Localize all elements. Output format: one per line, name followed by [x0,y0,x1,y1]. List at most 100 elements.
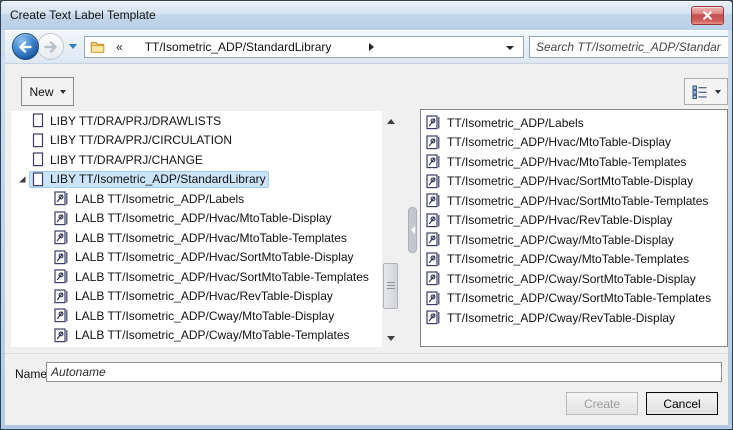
list-item[interactable]: TT/Isometric_ADP/Hvac/MtoTable-Display [423,133,727,153]
list-item[interactable]: TT/Isometric_ADP/Cway/MtoTable-Templates [423,250,727,270]
tree-item-content[interactable]: LALB TT/Isometric_ADP/Hvac/SortMtoTable-… [51,249,357,266]
forward-button[interactable] [37,33,64,60]
new-button-label: New [29,84,54,99]
list-item[interactable]: TT/Isometric_ADP/Cway/MtoTable-Display [423,230,727,250]
label-template-icon [54,191,69,206]
library-icon [32,172,44,187]
panel-splitter-handle[interactable] [408,207,417,253]
cancel-button[interactable]: Cancel [646,392,718,415]
list-rows: TT/Isometric_ADP/Labels TT/Isometric_ADP/… [423,113,727,328]
tree-item[interactable]: LALB TT/Isometric_ADP/Hvac/MtoTable-Temp… [11,228,382,248]
list-item[interactable]: TT/Isometric_ADP/Labels [423,113,727,133]
list-item[interactable]: TT/Isometric_ADP/Cway/SortMtoTable-Displ… [423,269,727,289]
tree-expander-expanded-icon[interactable] [15,175,29,184]
label-template-icon [54,211,69,226]
tree-item[interactable]: LALB TT/Isometric_ADP/Cway/MtoTable-Temp… [11,326,382,346]
tree-item[interactable]: LALB TT/Isometric_ADP/Hvac/SortMtoTable-… [11,248,382,268]
address-path-segment[interactable]: TT/Isometric_ADP/StandardLibrary [145,40,332,54]
list-item[interactable]: TT/Isometric_ADP/Hvac/SortMtoTable-Templ… [423,191,727,211]
label-template-icon [54,269,69,284]
forward-arrow-icon [43,40,58,53]
library-icon [32,133,44,148]
label-template-icon [426,291,441,306]
back-button[interactable] [12,33,39,60]
tree-scrollbar[interactable] [382,113,399,347]
tree-item-content[interactable]: LALB TT/Isometric_ADP/Hvac/MtoTable-Temp… [51,229,350,246]
tree-item-content[interactable]: LALB TT/Isometric_ADP/Hvac/MtoTable-Disp… [51,210,335,227]
address-dropdown-icon[interactable] [506,46,514,50]
list-item[interactable]: TT/Isometric_ADP/Hvac/MtoTable-Templates [423,152,727,172]
tree-item-content[interactable]: LALB TT/Isometric_ADP/Cway/MtoTable-Temp… [51,327,353,344]
list-item[interactable]: TT/Isometric_ADP/Hvac/RevTable-Display [423,211,727,231]
scroll-down-button[interactable] [382,330,399,347]
tree-item[interactable]: LIBY TT/DRA/PRJ/DRAWLISTS [11,111,382,131]
list-item-label: TT/Isometric_ADP/Labels [447,115,584,130]
tree-item-label: LALB TT/Isometric_ADP/Hvac/RevTable-Disp… [75,289,333,304]
list-item-label: TT/Isometric_ADP/Cway/RevTable-Display [447,310,676,325]
library-icon [32,152,44,167]
label-template-icon [426,213,441,228]
tree-item[interactable]: LALB TT/Isometric_ADP/Labels [11,189,382,209]
recent-pages-dropdown-icon[interactable] [69,44,77,49]
tree-item[interactable]: LIBY TT/DRA/PRJ/CIRCULATION [11,131,382,151]
library-tree-panel[interactable]: LIBY TT/DRA/PRJ/DRAWLISTS LIBY TT/DRA/PRJ… [11,111,382,347]
folder-icon [90,40,105,54]
tree-item[interactable]: LALB TT/Isometric_ADP/Cway/MtoTable-Disp… [11,306,382,326]
address-overflow-chevron[interactable]: « [116,40,123,54]
label-template-icon [54,328,69,343]
label-template-icon [426,252,441,267]
address-segment-expand-icon[interactable] [369,43,375,51]
scrollbar-thumb[interactable] [383,263,398,309]
list-item-label: TT/Isometric_ADP/Cway/SortMtoTable-Templ… [447,291,712,306]
list-item[interactable]: TT/Isometric_ADP/Cway/RevTable-Display [423,308,727,328]
scroll-down-icon [386,336,395,341]
tree-item[interactable]: LALB TT/Isometric_ADP/Hvac/RevTable-Disp… [11,287,382,307]
tree-item-content[interactable]: LALB TT/Isometric_ADP/Hvac/RevTable-Disp… [51,288,336,305]
search-box [529,36,728,58]
tree-item-label: LALB TT/Isometric_ADP/Hvac/MtoTable-Temp… [75,230,347,245]
tree-item-content[interactable]: LALB TT/Isometric_ADP/Hvac/SortMtoTable-… [51,268,372,285]
label-template-icon [54,230,69,245]
tree-item-content[interactable]: LALB TT/Isometric_ADP/Labels [51,190,247,207]
tree-item[interactable]: LALB TT/Isometric_ADP/Hvac/SortMtoTable-… [11,267,382,287]
list-item-label: TT/Isometric_ADP/Hvac/MtoTable-Display [447,135,672,150]
label-template-icon [54,308,69,323]
scroll-up-button[interactable] [382,113,399,130]
tree-item-label: LALB TT/Isometric_ADP/Hvac/MtoTable-Disp… [75,211,332,226]
tree-item-content[interactable]: LIBY TT/DRA/PRJ/CIRCULATION [29,132,235,149]
create-button: Create [566,392,638,415]
tree-item-selected[interactable]: LIBY TT/Isometric_ADP/StandardLibrary [29,170,269,188]
tree-item-label: LIBY TT/DRA/PRJ/DRAWLISTS [50,113,222,128]
back-arrow-icon [18,40,33,53]
tree-item-label: LALB TT/Isometric_ADP/Hvac/SortMtoTable-… [75,269,369,284]
tree-item[interactable]: LALB TT/Isometric_ADP/Hvac/MtoTable-Disp… [11,209,382,229]
address-bar[interactable]: « TT/Isometric_ADP/StandardLibrary [84,36,524,58]
tree-item[interactable]: LIBY TT/DRA/PRJ/CHANGE [11,150,382,170]
tree-rows: LIBY TT/DRA/PRJ/DRAWLISTS LIBY TT/DRA/PRJ… [11,111,382,345]
tree-item-label: LIBY TT/Isometric_ADP/StandardLibrary [50,172,266,187]
view-dropdown-icon [714,89,721,94]
search-input[interactable] [530,37,728,57]
list-item[interactable]: TT/Isometric_ADP/Cway/SortMtoTable-Templ… [423,289,727,309]
list-item[interactable]: TT/Isometric_ADP/Hvac/SortMtoTable-Displ… [423,172,727,192]
label-template-icon [426,174,441,189]
scroll-up-icon [386,119,395,124]
create-text-label-template-dialog: Create Text Label Template « TT/Isometri… [0,0,733,430]
dialog-body: « TT/Isometric_ADP/StandardLibrary New [5,30,728,425]
window-title: Create Text Label Template [10,8,156,22]
label-template-icon [426,193,441,208]
tree-item-content[interactable]: LALB TT/Isometric_ADP/Cway/MtoTable-Disp… [51,307,337,324]
tree-item-content[interactable]: LIBY TT/DRA/PRJ/CHANGE [29,151,206,168]
label-template-icon [426,310,441,325]
navigation-bar: « TT/Isometric_ADP/StandardLibrary [5,30,728,64]
tree-item-content[interactable]: LIBY TT/DRA/PRJ/DRAWLISTS [29,112,224,129]
template-list-panel[interactable]: TT/Isometric_ADP/Labels TT/Isometric_ADP/… [420,109,728,347]
name-input[interactable] [46,362,722,382]
tree-item[interactable]: LIBY TT/Isometric_ADP/StandardLibrary [11,170,382,190]
close-button[interactable] [691,6,724,25]
change-view-button[interactable] [684,78,728,105]
new-button[interactable]: New [21,77,74,106]
library-icon [32,113,44,128]
tree-item-label: LALB TT/Isometric_ADP/Hvac/SortMtoTable-… [75,250,354,265]
titlebar[interactable]: Create Text Label Template [1,1,732,30]
